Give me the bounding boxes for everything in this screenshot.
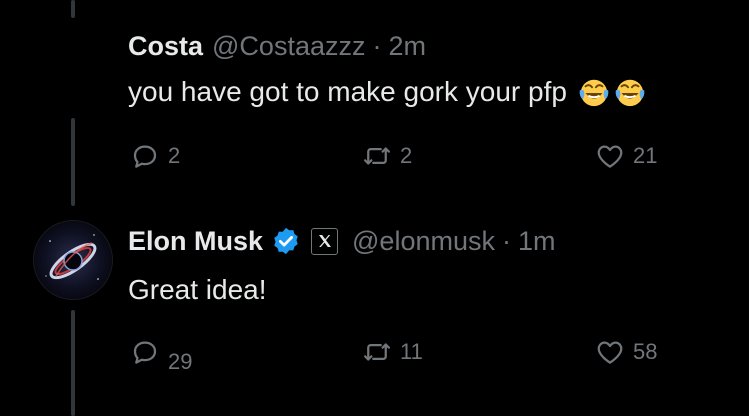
author-handle[interactable]: @elonmusk — [352, 225, 495, 257]
tweet-header: Costa @Costaazzz · 2m — [128, 30, 426, 62]
tweet-text: Great idea! — [128, 274, 267, 305]
repost-count: 11 — [400, 339, 423, 364]
like-count: 21 — [633, 143, 658, 168]
separator-dot: · — [501, 226, 511, 256]
tweet-body: you have got to make gork your pfp — [128, 75, 647, 109]
face-with-tears-of-joy-icon — [615, 79, 645, 107]
reply-button[interactable]: 2 — [130, 141, 180, 171]
tweet-text: you have got to make gork your pfp — [128, 76, 567, 107]
heart-icon — [597, 341, 623, 364]
tweet-timestamp[interactable]: 2m — [388, 30, 426, 62]
reply-count: 29 — [168, 349, 193, 374]
tweet-body: Great idea! — [128, 273, 267, 307]
repost-button[interactable]: 2 — [362, 141, 412, 171]
reply-icon — [133, 145, 157, 168]
repost-icon — [364, 147, 390, 165]
reply-count: 2 — [168, 143, 181, 168]
reply-button[interactable]: 29 — [130, 337, 192, 374]
separator-dot: · — [372, 31, 382, 61]
verified-badge-icon — [274, 227, 298, 255]
author-name[interactable]: Elon Musk — [128, 225, 263, 257]
face-with-tears-of-joy-icon — [579, 79, 609, 107]
avatar[interactable] — [34, 221, 112, 299]
thread-line-bottom — [71, 310, 75, 416]
repost-icon — [364, 343, 390, 361]
reply-icon — [133, 341, 157, 364]
tweet-timestamp[interactable]: 1m — [518, 225, 556, 257]
like-count: 58 — [633, 339, 658, 364]
thread-line-top — [71, 0, 75, 18]
affiliate-badge[interactable] — [311, 227, 339, 255]
like-button[interactable]: 21 — [595, 141, 657, 171]
heart-icon — [597, 145, 623, 168]
repost-count: 2 — [400, 143, 413, 168]
avatar-image — [34, 221, 112, 299]
repost-button[interactable]: 11 — [362, 337, 423, 367]
tweet-header: Elon Musk @elonmusk · 1m — [128, 225, 556, 257]
like-button[interactable]: 58 — [595, 337, 657, 367]
author-handle[interactable]: @Costaazzz — [212, 30, 365, 62]
thread-line-middle — [71, 118, 75, 206]
x-logo-icon — [318, 235, 331, 247]
author-name[interactable]: Costa — [128, 30, 203, 62]
